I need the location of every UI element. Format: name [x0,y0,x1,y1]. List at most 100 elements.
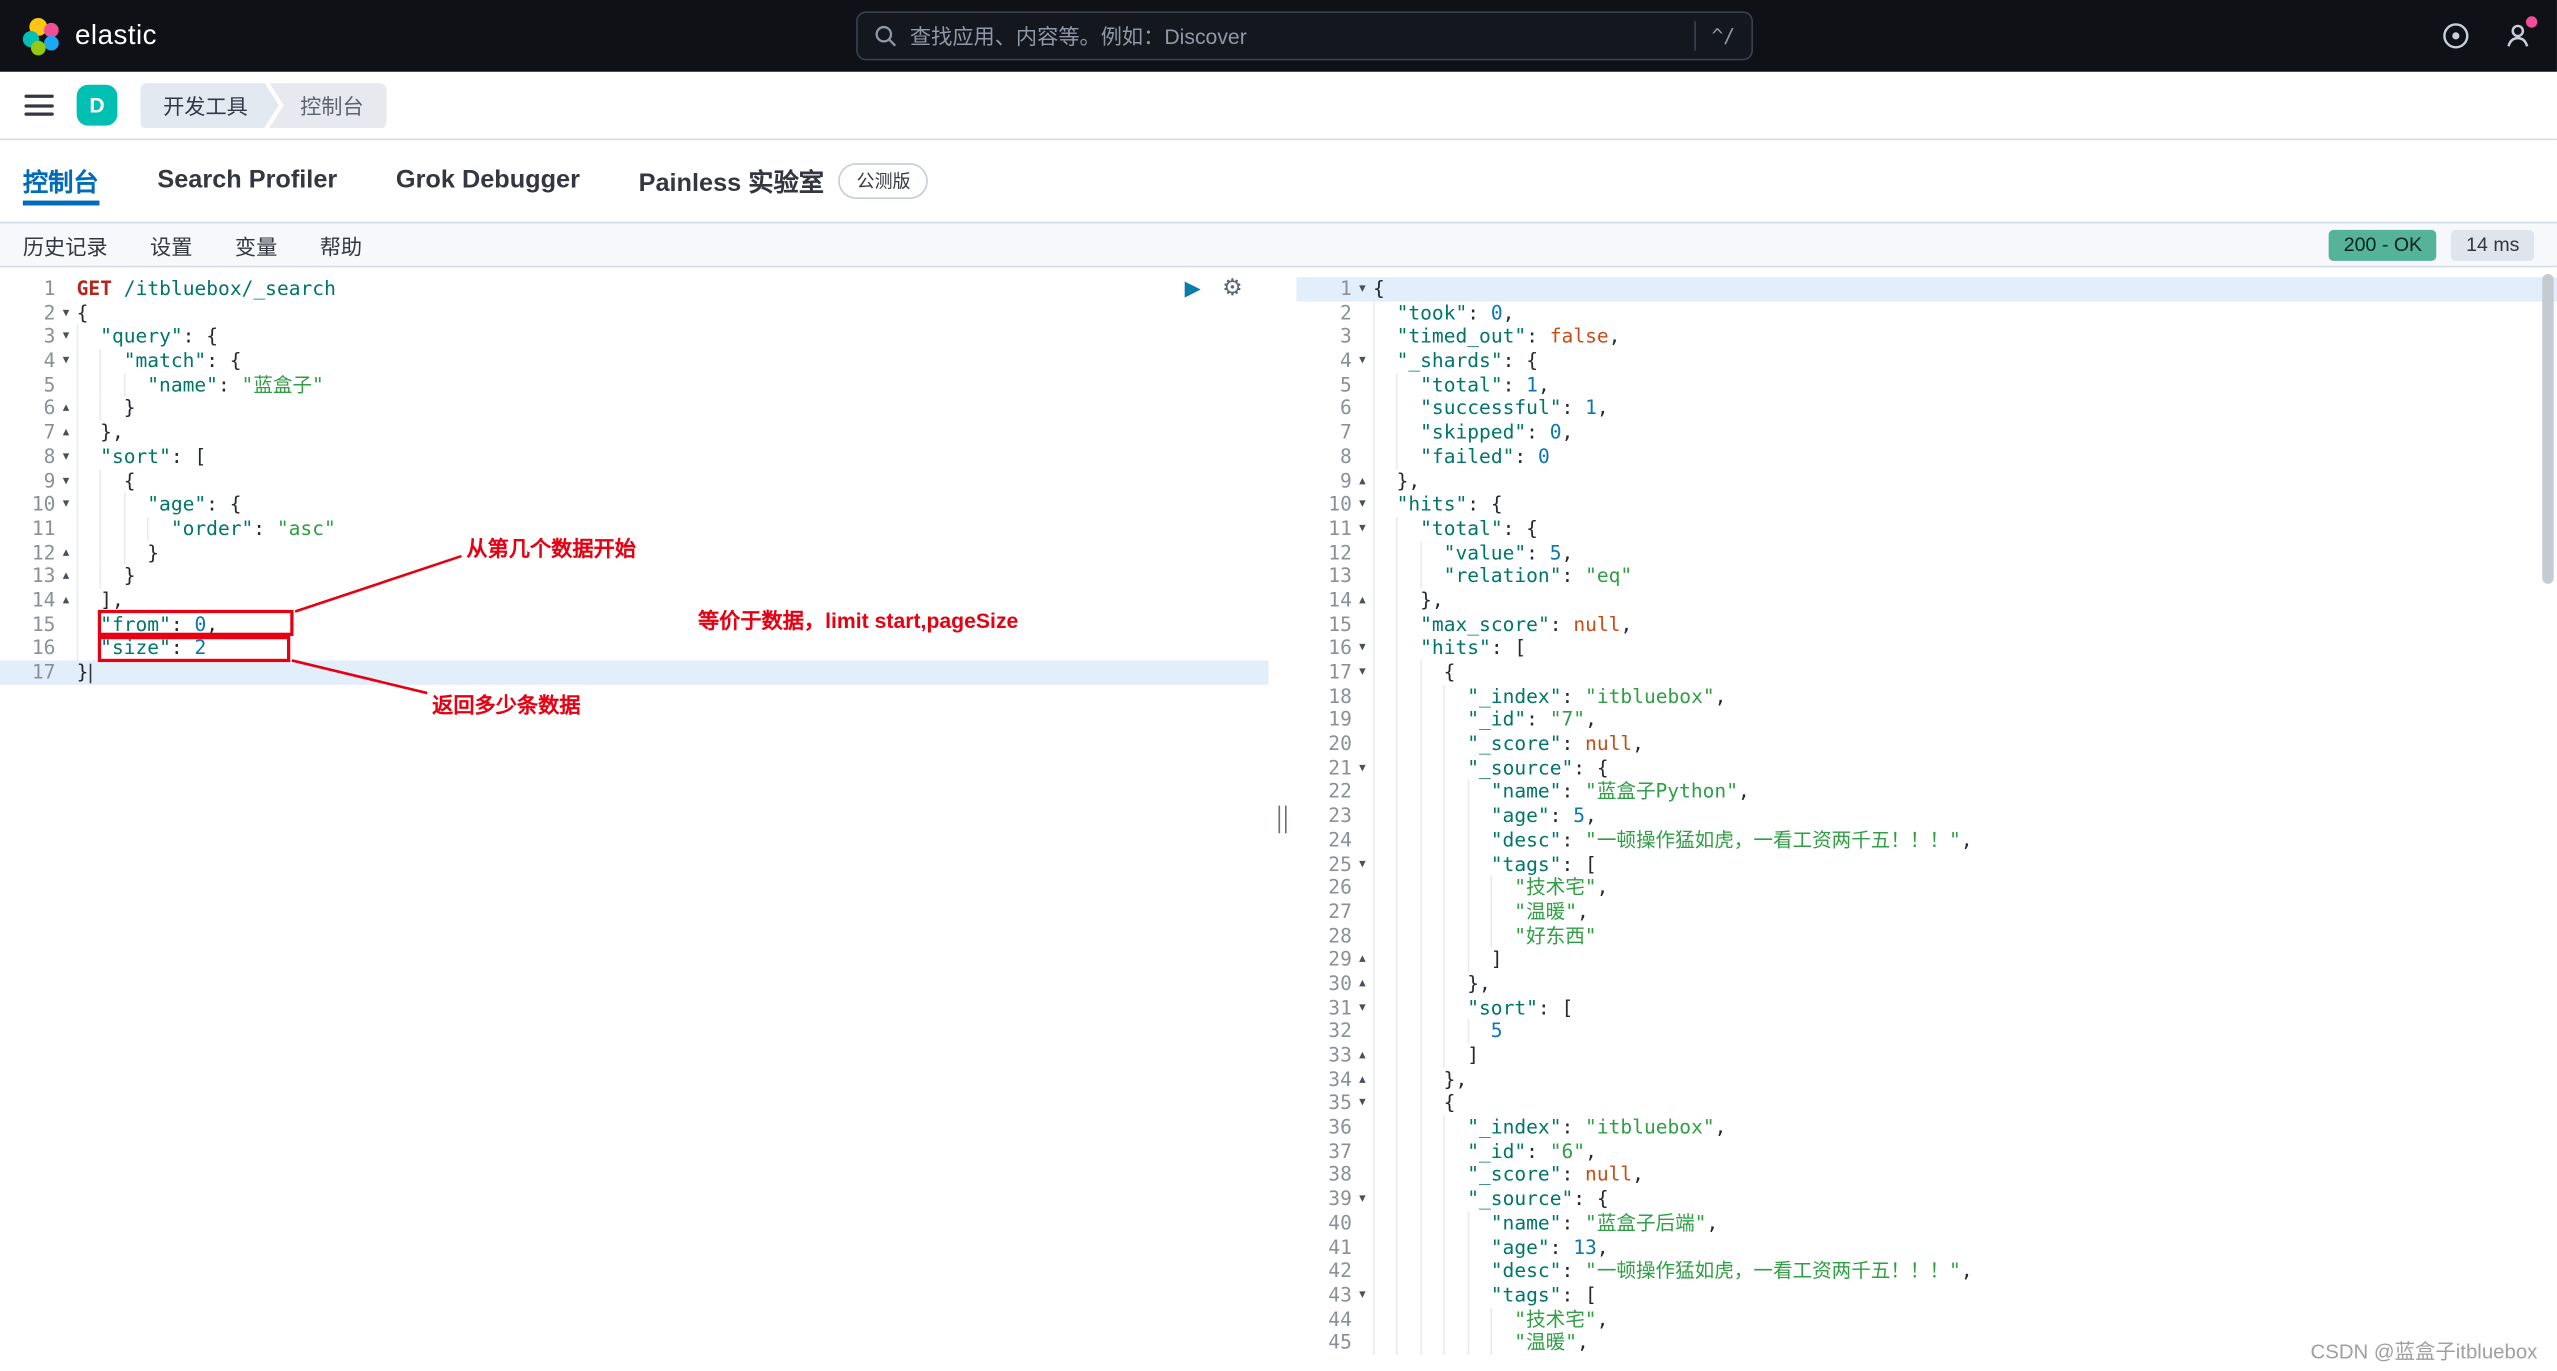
toolbar-status: 200 - OK 14 ms [2329,229,2534,260]
code-line: 27 "温暖", [1296,900,2557,924]
fold-toggle-icon[interactable]: ▴ [1352,948,1373,972]
fold-toggle-icon[interactable]: ▾ [1352,660,1373,684]
fold-toggle-icon[interactable]: ▾ [55,493,76,517]
code-line: 16 "size": 2 [0,636,1269,660]
fold-toggle-icon[interactable]: ▾ [1352,1283,1373,1307]
response-viewer[interactable]: 1▾{2 "took": 0,3 "timed_out": false,4▾ "… [1296,267,2557,1371]
code-line: 36 "_index": "itbluebox", [1296,1116,2557,1140]
toolbar-item-history[interactable]: 历史记录 [23,229,108,260]
line-number: 30 [1296,972,1351,996]
fold-toggle-icon[interactable]: ▴ [1352,972,1373,996]
line-number: 15 [0,613,55,637]
toolbar-menu: 历史记录 设置 变量 帮助 [23,229,362,260]
fold-toggle-icon[interactable]: ▾ [1352,1092,1373,1116]
line-number: 32 [1296,1020,1351,1044]
code-line: 4▾ "match": { [0,349,1269,373]
line-number: 33 [1296,1044,1351,1068]
fold-toggle-icon[interactable]: ▾ [1352,1187,1373,1211]
code-line: 2▾{ [0,301,1269,325]
line-number: 16 [0,636,55,660]
fold-toggle-icon[interactable]: ▾ [1352,517,1373,541]
fold-gutter [1352,900,1373,924]
fold-toggle-icon[interactable]: ▾ [55,469,76,493]
panel-resizer[interactable] [1269,267,1297,1371]
code-line: 3▾ "query": { [0,325,1269,349]
toolbar-item-help[interactable]: 帮助 [320,229,362,260]
tab-painless-lab[interactable]: Painless 实验室公测版 [639,140,929,222]
fold-toggle-icon[interactable]: ▾ [1352,493,1373,517]
line-number: 1 [0,277,55,301]
line-number: 43 [1296,1283,1351,1307]
fold-toggle-icon[interactable]: ▴ [55,421,76,445]
fold-toggle-icon[interactable]: ▴ [55,589,76,613]
toolbar-item-settings[interactable]: 设置 [150,229,192,260]
code-line: 17} [0,660,1269,684]
fold-toggle-icon[interactable]: ▴ [1352,1068,1373,1092]
fold-gutter [1352,541,1373,565]
code-line: 33▴ ] [1296,1044,2557,1068]
fold-toggle-icon[interactable]: ▾ [1352,349,1373,373]
toolbar-item-variables[interactable]: 变量 [235,229,277,260]
global-search[interactable]: ^/ [856,11,1753,60]
fold-toggle-icon[interactable]: ▴ [1352,589,1373,613]
fold-toggle-icon[interactable]: ▴ [1352,469,1373,493]
help-icon[interactable] [2440,20,2473,53]
breadcrumb-dev-tools[interactable]: 开发工具 [140,82,279,128]
fold-toggle-icon[interactable]: ▴ [55,397,76,421]
home-link[interactable]: elastic [0,17,157,55]
fold-toggle-icon[interactable]: ▾ [55,325,76,349]
tab-label: Search Profiler [157,166,337,195]
fold-gutter [1352,1235,1373,1259]
space-avatar[interactable]: D [77,85,118,126]
fold-toggle-icon[interactable]: ▾ [1352,277,1373,301]
code-line: 15 "max_score": null, [1296,613,2557,637]
code-line: 12 "value": 5, [1296,541,2557,565]
code-line: 5 "name": "蓝盒子" [0,373,1269,397]
code-line: 35▾ { [1296,1092,2557,1116]
time-badge: 14 ms [2451,229,2534,260]
fold-toggle-icon[interactable]: ▾ [1352,756,1373,780]
fold-gutter [1352,708,1373,732]
tab-grok-debugger[interactable]: Grok Debugger [396,140,580,222]
fold-toggle-icon[interactable]: ▴ [55,565,76,589]
tabs: 控制台 Search Profiler Grok Debugger Painless … [0,140,2557,222]
code-line: 32 5 [1296,1020,2557,1044]
fold-toggle-icon[interactable]: ▴ [55,541,76,565]
fold-toggle-icon[interactable]: ▾ [55,301,76,325]
tab-label: Grok Debugger [396,166,580,195]
code-line: 6 "successful": 1, [1296,397,2557,421]
fold-gutter [55,613,76,637]
line-number: 5 [0,373,55,397]
user-icon[interactable] [2501,20,2534,53]
scrollbar-thumb[interactable] [2542,274,2553,584]
request-editor[interactable]: 1GET /itbluebox/_search2▾{3▾ "query": {4… [0,267,1269,1371]
line-number: 18 [1296,684,1351,708]
line-number: 8 [1296,445,1351,469]
code-line: 24 "desc": "一顿操作猛如虎，一看工资两千五！！！", [1296,828,2557,852]
search-icon [874,24,897,47]
response-viewer-lines[interactable]: 1▾{2 "took": 0,3 "timed_out": false,4▾ "… [1296,267,2557,1355]
wrench-icon[interactable]: ⚙ [1222,276,1242,299]
code-line: 10▾ "hits": { [1296,493,2557,517]
fold-toggle-icon[interactable]: ▾ [1352,636,1373,660]
global-search-input[interactable] [910,24,1681,48]
line-number: 2 [1296,301,1351,325]
fold-toggle-icon[interactable]: ▴ [1352,1044,1373,1068]
code-line: 21▾ "_source": { [1296,756,2557,780]
menu-icon[interactable] [24,95,53,116]
fold-toggle-icon[interactable]: ▾ [55,349,76,373]
fold-toggle-icon[interactable]: ▾ [1352,996,1373,1020]
breadcrumb-console[interactable]: 控制台 [269,82,386,128]
send-request-icon[interactable]: ▶ [1185,276,1201,297]
fold-toggle-icon[interactable]: ▾ [55,445,76,469]
line-number: 31 [1296,996,1351,1020]
tab-console[interactable]: 控制台 [23,140,99,222]
request-editor-lines[interactable]: 1GET /itbluebox/_search2▾{3▾ "query": {4… [0,267,1269,684]
code-line: 34▴ }, [1296,1068,2557,1092]
code-line: 11▾ "total": { [1296,517,2557,541]
line-number: 22 [1296,780,1351,804]
annotation-label: 返回多少条数据 [432,688,580,719]
tab-search-profiler[interactable]: Search Profiler [157,140,337,222]
fold-toggle-icon[interactable]: ▾ [1352,852,1373,876]
line-number: 12 [1296,541,1351,565]
